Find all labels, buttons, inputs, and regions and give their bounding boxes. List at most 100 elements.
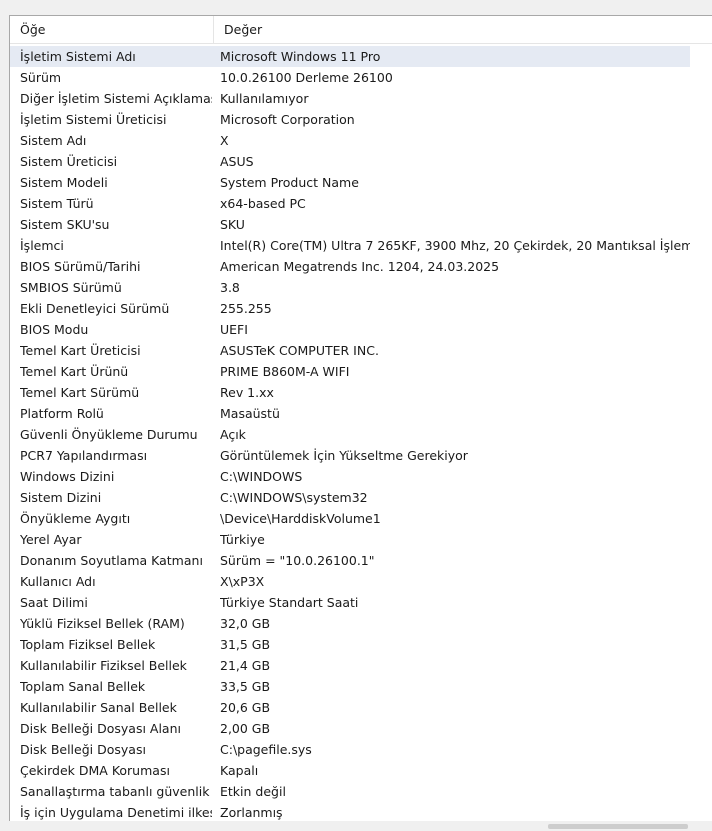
table-row[interactable]: Donanım Soyutlama Katmanı Sürüm = "10.0.2… xyxy=(10,550,690,571)
row-value: 255.255 xyxy=(220,301,272,316)
row-value: UEFI xyxy=(220,322,248,337)
table-row[interactable]: Diğer İşletim Sistemi Açıklaması Kullanıl… xyxy=(10,88,690,109)
scrollbar-thumb[interactable] xyxy=(548,824,688,829)
column-header-item[interactable]: Öğe xyxy=(10,16,214,43)
row-value: 33,5 GB xyxy=(220,679,271,694)
row-item-label: Temel Kart Ürünü xyxy=(20,364,129,379)
row-value: 32,0 GB xyxy=(220,616,271,631)
row-item-label: Sürüm xyxy=(20,70,62,85)
row-item-label: Ekli Denetleyici Sürümü xyxy=(20,301,170,316)
row-value: SKU xyxy=(220,217,245,232)
table-row[interactable]: Önyükleme Aygıtı \Device\HarddiskVolume1 xyxy=(10,508,690,529)
table-row[interactable]: Toplam Sanal Bellek 33,5 GB xyxy=(10,676,690,697)
row-item-label: Kullanılabilir Fiziksel Bellek xyxy=(20,658,187,673)
table-row[interactable]: Çekirdek DMA Koruması Kapalı xyxy=(10,760,690,781)
row-value: C:\WINDOWS xyxy=(220,469,303,484)
table-row[interactable]: Yüklü Fiziksel Bellek (RAM) 32,0 GB xyxy=(10,613,690,634)
row-item-label: İşletim Sistemi Adı xyxy=(20,49,136,64)
row-item-label: Sistem Adı xyxy=(20,133,87,148)
table-row[interactable]: SMBIOS Sürümü 3.8 xyxy=(10,277,690,298)
table-row[interactable]: Toplam Fiziksel Bellek 31,5 GB xyxy=(10,634,690,655)
row-value: Intel(R) Core(TM) Ultra 7 265KF, 3900 Mh… xyxy=(220,238,690,253)
table-row[interactable]: Temel Kart Ürünü PRIME B860M-A WIFI xyxy=(10,361,690,382)
table-row[interactable]: Disk Belleği Dosyası C:\pagefile.sys xyxy=(10,739,690,760)
row-item-label: Toplam Fiziksel Bellek xyxy=(20,637,156,652)
table-row[interactable]: Kullanıcı Adı X\xP3X xyxy=(10,571,690,592)
row-value: 31,5 GB xyxy=(220,637,271,652)
table-row[interactable]: PCR7 Yapılandırması Görüntülemek İçin Yük… xyxy=(10,445,690,466)
table-row[interactable]: Disk Belleği Dosyası Alanı 2,00 GB xyxy=(10,718,690,739)
system-summary-list[interactable]: Öğe Değer İşletim Sistemi Adı Microsoft W… xyxy=(9,15,712,821)
table-row[interactable]: BIOS Sürümü/Tarihi American Megatrends In… xyxy=(10,256,690,277)
row-value: x64-based PC xyxy=(220,196,306,211)
table-row[interactable]: Sistem Modeli System Product Name xyxy=(10,172,690,193)
table-row[interactable]: İş için Uygulama Denetimi ilkesi Zorlanmı… xyxy=(10,802,690,821)
table-row[interactable]: İşletim Sistemi Adı Microsoft Windows 11 … xyxy=(10,46,690,67)
table-row[interactable]: Platform Rolü Masaüstü xyxy=(10,403,690,424)
row-value: 10.0.26100 Derleme 26100 xyxy=(220,70,393,85)
row-value: Türkiye xyxy=(220,532,265,547)
row-item-label: SMBIOS Sürümü xyxy=(20,280,122,295)
row-value: ASUS xyxy=(220,154,254,169)
row-item-label: Temel Kart Sürümü xyxy=(20,385,140,400)
row-value: 21,4 GB xyxy=(220,658,271,673)
table-row[interactable]: Windows Dizini C:\WINDOWS xyxy=(10,466,690,487)
row-item-label: Sistem SKU'su xyxy=(20,217,110,232)
table-row[interactable]: Sistem Adı X xyxy=(10,130,690,151)
row-value: Kapalı xyxy=(220,763,259,778)
table-row[interactable]: Güvenli Önyükleme Durumu Açık xyxy=(10,424,690,445)
table-row[interactable]: Temel Kart Sürümü Rev 1.xx xyxy=(10,382,690,403)
row-item-label: PCR7 Yapılandırması xyxy=(20,448,148,463)
row-value: X\xP3X xyxy=(220,574,265,589)
table-row[interactable]: Sürüm 10.0.26100 Derleme 26100 xyxy=(10,67,690,88)
table-row[interactable]: İşlemci Intel(R) Core(TM) Ultra 7 265KF, … xyxy=(10,235,690,256)
row-value: Türkiye Standart Saati xyxy=(220,595,359,610)
row-item-label: Güvenli Önyükleme Durumu xyxy=(20,427,198,442)
row-value: Zorlanmış xyxy=(220,805,283,820)
scrollbar-corner xyxy=(696,821,712,831)
table-row[interactable]: Ekli Denetleyici Sürümü 255.255 xyxy=(10,298,690,319)
table-row[interactable]: Sistem Dizini C:\WINDOWS\system32 xyxy=(10,487,690,508)
row-item-label: Sistem Dizini xyxy=(20,490,102,505)
row-value: Masaüstü xyxy=(220,406,280,421)
table-row[interactable]: İşletim Sistemi Üreticisi Microsoft Corpo… xyxy=(10,109,690,130)
table-row[interactable]: Yerel Ayar Türkiye xyxy=(10,529,690,550)
row-item-label: Windows Dizini xyxy=(20,469,115,484)
row-value: 20,6 GB xyxy=(220,700,271,715)
row-value: Kullanılamıyor xyxy=(220,91,309,106)
table-row[interactable]: Sanallaştırma tabanlı güvenlik Etkin deği… xyxy=(10,781,690,802)
row-item-label: Temel Kart Üreticisi xyxy=(20,343,141,358)
row-value: Sürüm = "10.0.26100.1" xyxy=(220,553,375,568)
row-item-label: BIOS Modu xyxy=(20,322,89,337)
table-row[interactable]: Sistem SKU'su SKU xyxy=(10,214,690,235)
row-item-label: İşletim Sistemi Üreticisi xyxy=(20,112,167,127)
table-row[interactable]: Sistem Türü x64-based PC xyxy=(10,193,690,214)
row-item-label: Disk Belleği Dosyası xyxy=(20,742,146,757)
table-row[interactable]: Saat Dilimi Türkiye Standart Saati xyxy=(10,592,690,613)
row-item-label: BIOS Sürümü/Tarihi xyxy=(20,259,141,274)
row-value: Açık xyxy=(220,427,246,442)
list-header: Öğe Değer xyxy=(10,16,712,44)
table-row[interactable]: Sistem Üreticisi ASUS xyxy=(10,151,690,172)
table-row[interactable]: Temel Kart Üreticisi ASUSTeK COMPUTER INC… xyxy=(10,340,690,361)
row-item-label: Saat Dilimi xyxy=(20,595,88,610)
column-header-value[interactable]: Değer xyxy=(214,16,690,43)
table-row[interactable]: BIOS Modu UEFI xyxy=(10,319,690,340)
row-value: ASUSTeK COMPUTER INC. xyxy=(220,343,379,358)
row-value: PRIME B860M-A WIFI xyxy=(220,364,350,379)
row-item-label: Yerel Ayar xyxy=(20,532,82,547)
row-item-label: Kullanıcı Adı xyxy=(20,574,96,589)
row-item-label: Disk Belleği Dosyası Alanı xyxy=(20,721,181,736)
row-value: X xyxy=(220,133,229,148)
row-item-label: Sistem Modeli xyxy=(20,175,108,190)
row-item-label: Sanallaştırma tabanlı güvenlik xyxy=(20,784,210,799)
row-value: Microsoft Corporation xyxy=(220,112,355,127)
row-item-label: İşlemci xyxy=(20,238,64,253)
table-row[interactable]: Kullanılabilir Fiziksel Bellek 21,4 GB xyxy=(10,655,690,676)
row-item-label: Çekirdek DMA Koruması xyxy=(20,763,170,778)
table-row[interactable]: Kullanılabilir Sanal Bellek 20,6 GB xyxy=(10,697,690,718)
row-value: Etkin değil xyxy=(220,784,286,799)
row-value: C:\WINDOWS\system32 xyxy=(220,490,368,505)
row-value: System Product Name xyxy=(220,175,359,190)
row-value: \Device\HarddiskVolume1 xyxy=(220,511,381,526)
